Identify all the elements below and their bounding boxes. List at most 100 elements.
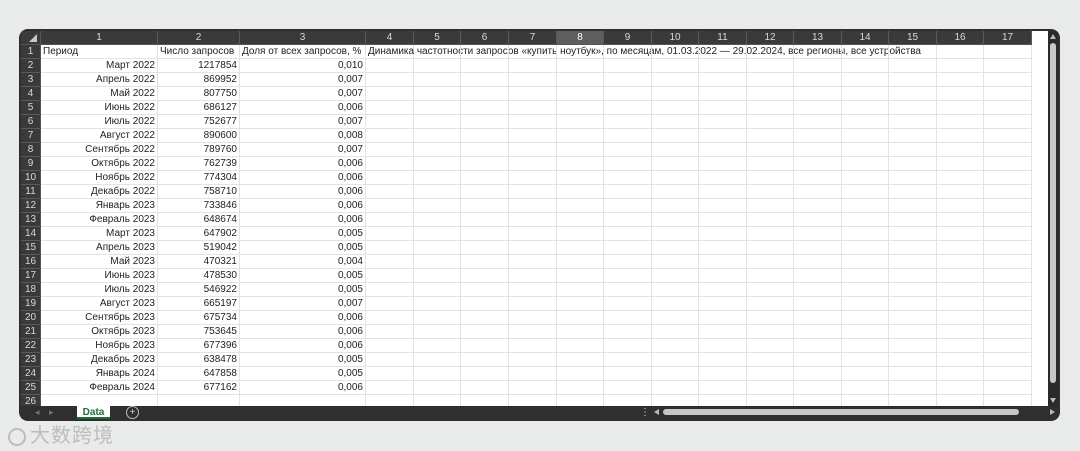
cell[interactable] [557,45,604,59]
cell[interactable] [842,241,889,255]
cell[interactable] [366,297,414,311]
cell[interactable]: 0,007 [240,115,366,129]
cell[interactable] [461,101,509,115]
cell[interactable]: Март 2023 [41,227,158,241]
cell[interactable] [937,87,984,101]
cell[interactable] [557,297,604,311]
cell[interactable] [652,241,699,255]
cell[interactable] [889,171,937,185]
cell[interactable] [842,171,889,185]
cell[interactable] [984,367,1032,381]
cell[interactable]: 677396 [158,339,240,353]
row-header-8[interactable]: 8 [21,143,40,157]
cell[interactable] [699,157,747,171]
cell[interactable] [747,353,794,367]
cell[interactable] [509,45,557,59]
cell[interactable] [509,59,557,73]
cell[interactable] [984,227,1032,241]
cell[interactable] [794,213,842,227]
cell[interactable]: 1217854 [158,59,240,73]
cell[interactable] [984,59,1032,73]
cell[interactable] [889,59,937,73]
cell[interactable] [652,45,699,59]
cell[interactable] [937,311,984,325]
cell[interactable] [747,297,794,311]
cell[interactable] [366,381,414,395]
cell[interactable] [699,115,747,129]
cell[interactable] [652,143,699,157]
cell[interactable] [652,339,699,353]
cell[interactable]: Январь 2024 [41,367,158,381]
select-all-button[interactable] [21,31,41,45]
cell[interactable] [461,269,509,283]
cell[interactable] [604,367,652,381]
scroll-up-arrow-icon[interactable] [1050,34,1056,39]
cell[interactable] [604,185,652,199]
cell[interactable] [889,185,937,199]
cell[interactable] [794,325,842,339]
cell[interactable] [652,395,699,406]
cell[interactable] [937,227,984,241]
cell[interactable] [984,143,1032,157]
cell[interactable] [937,353,984,367]
cell[interactable] [414,395,461,406]
cell[interactable]: 890600 [158,129,240,143]
cell[interactable]: Ноябрь 2023 [41,339,158,353]
column-header-13[interactable]: 13 [794,31,842,44]
column-header-15[interactable]: 15 [889,31,937,44]
cell[interactable] [509,255,557,269]
cell[interactable]: 470321 [158,255,240,269]
cell[interactable] [937,283,984,297]
cell[interactable] [366,101,414,115]
cell[interactable] [414,73,461,87]
cell[interactable]: Апрель 2022 [41,73,158,87]
cell[interactable]: Декабрь 2023 [41,353,158,367]
cell[interactable] [366,199,414,213]
cell[interactable] [842,101,889,115]
cell[interactable]: 733846 [158,199,240,213]
cell[interactable] [604,283,652,297]
cell[interactable] [509,115,557,129]
cell[interactable] [794,283,842,297]
cell[interactable]: 869952 [158,73,240,87]
cell[interactable] [604,395,652,406]
cell[interactable] [984,395,1032,406]
cell[interactable] [652,115,699,129]
cell[interactable] [984,45,1032,59]
cell[interactable]: 0,007 [240,73,366,87]
cell[interactable] [414,241,461,255]
cell[interactable] [699,311,747,325]
cell[interactable]: 0,005 [240,241,366,255]
cell[interactable] [699,255,747,269]
column-header-6[interactable]: 6 [461,31,509,44]
cell[interactable]: 0,005 [240,227,366,241]
cell[interactable] [366,73,414,87]
cell[interactable]: 752677 [158,115,240,129]
cell[interactable] [984,213,1032,227]
cell[interactable] [604,101,652,115]
cell[interactable] [699,59,747,73]
cell[interactable] [604,143,652,157]
cell[interactable] [604,353,652,367]
column-header-3[interactable]: 3 [240,31,366,44]
cell[interactable] [366,367,414,381]
column-header-11[interactable]: 11 [699,31,747,44]
cell[interactable] [984,115,1032,129]
cell[interactable] [699,269,747,283]
cell[interactable] [937,269,984,283]
cell[interactable] [557,185,604,199]
cell[interactable] [889,199,937,213]
row-header-23[interactable]: 23 [21,353,40,367]
cell[interactable] [747,283,794,297]
cell[interactable] [366,283,414,297]
cell[interactable]: Июнь 2022 [41,101,158,115]
cell[interactable]: Июнь 2023 [41,269,158,283]
cell[interactable] [461,353,509,367]
cell[interactable] [794,143,842,157]
cell[interactable] [652,227,699,241]
cell[interactable]: 0,007 [240,143,366,157]
cell[interactable] [366,339,414,353]
cell[interactable] [366,311,414,325]
cell[interactable] [414,101,461,115]
cell[interactable] [984,353,1032,367]
